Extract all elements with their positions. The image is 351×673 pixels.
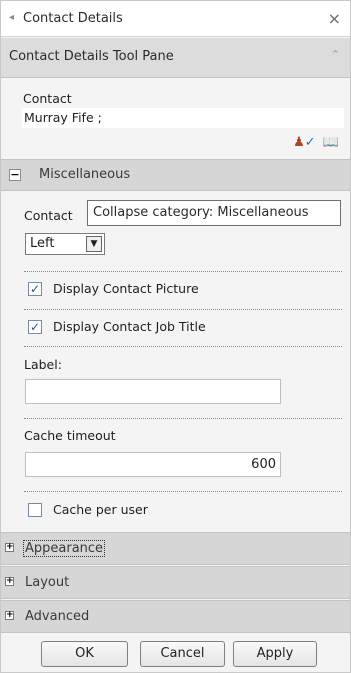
category-advanced-header[interactable]: + Advanced (1, 600, 350, 633)
divider (24, 418, 342, 419)
chevron-down-icon[interactable]: ▼ (86, 236, 102, 252)
contact-details-tool-pane: ◂ Contact Details × Contact Details Tool… (0, 0, 351, 673)
label-field-input[interactable] (25, 379, 281, 404)
alignment-select-value: Left (30, 236, 55, 251)
display-contact-picture-label: Display Contact Picture (53, 281, 199, 296)
category-miscellaneous-label: Miscellaneous (39, 167, 131, 182)
close-icon[interactable]: × (328, 9, 341, 28)
display-contact-job-title-checkbox[interactable]: ✓ (28, 320, 42, 334)
tool-pane-header-label: Contact Details Tool Pane (9, 49, 174, 64)
expand-toggle-icon[interactable]: + (5, 543, 14, 552)
miscellaneous-body: Contact Collapse category: Miscellaneous… (1, 191, 350, 531)
divider (24, 491, 342, 492)
alignment-select[interactable]: Left ▼ (25, 233, 105, 255)
cache-timeout-label: Cache timeout (24, 428, 116, 443)
cache-timeout-input[interactable]: 600 (25, 452, 281, 477)
expand-toggle-icon[interactable]: + (5, 577, 14, 586)
divider (24, 309, 342, 310)
contact-people-picker-input[interactable]: Murray Fife ; (22, 108, 344, 128)
cache-per-user-label: Cache per user (53, 502, 148, 517)
divider (24, 346, 342, 347)
collapse-tooltip: Collapse category: Miscellaneous (87, 200, 341, 226)
apply-button[interactable]: Apply (233, 641, 317, 667)
contact-alignment-label: Contact (24, 208, 73, 223)
tool-pane-header[interactable]: Contact Details Tool Pane ⌃ (1, 38, 350, 78)
category-miscellaneous-header[interactable]: − Miscellaneous (1, 159, 350, 191)
check-names-icon[interactable]: ♟✓ (293, 135, 316, 150)
display-contact-job-title-label: Display Contact Job Title (53, 319, 206, 334)
address-book-icon[interactable]: 📖 (323, 135, 339, 150)
category-advanced-label: Advanced (25, 609, 90, 624)
pane-title: Contact Details (23, 11, 123, 26)
collapse-chevron-icon[interactable]: ⌃ (331, 48, 340, 61)
contact-section: Contact Murray Fife ; ♟✓ 📖 (1, 79, 350, 159)
label-field-label: Label: (24, 357, 62, 372)
contact-picker-icons: ♟✓ 📖 (293, 135, 339, 150)
expand-toggle-icon[interactable]: + (5, 611, 14, 620)
pane-title-bar: ◂ Contact Details × (1, 1, 350, 37)
back-arrow-icon[interactable]: ◂ (9, 12, 14, 23)
category-layout-label: Layout (25, 575, 70, 590)
display-contact-picture-checkbox[interactable]: ✓ (28, 282, 42, 296)
category-layout-header[interactable]: + Layout (1, 566, 350, 599)
divider (24, 271, 342, 272)
pane-footer: OK Cancel Apply (1, 634, 350, 672)
contact-label: Contact (23, 91, 72, 106)
category-appearance-header[interactable]: + Appearance (1, 532, 350, 565)
ok-button[interactable]: OK (41, 641, 128, 667)
category-appearance-label: Appearance (23, 540, 106, 557)
cancel-button[interactable]: Cancel (140, 641, 225, 667)
cache-per-user-checkbox[interactable] (28, 503, 42, 517)
collapse-toggle-icon[interactable]: − (9, 169, 21, 181)
